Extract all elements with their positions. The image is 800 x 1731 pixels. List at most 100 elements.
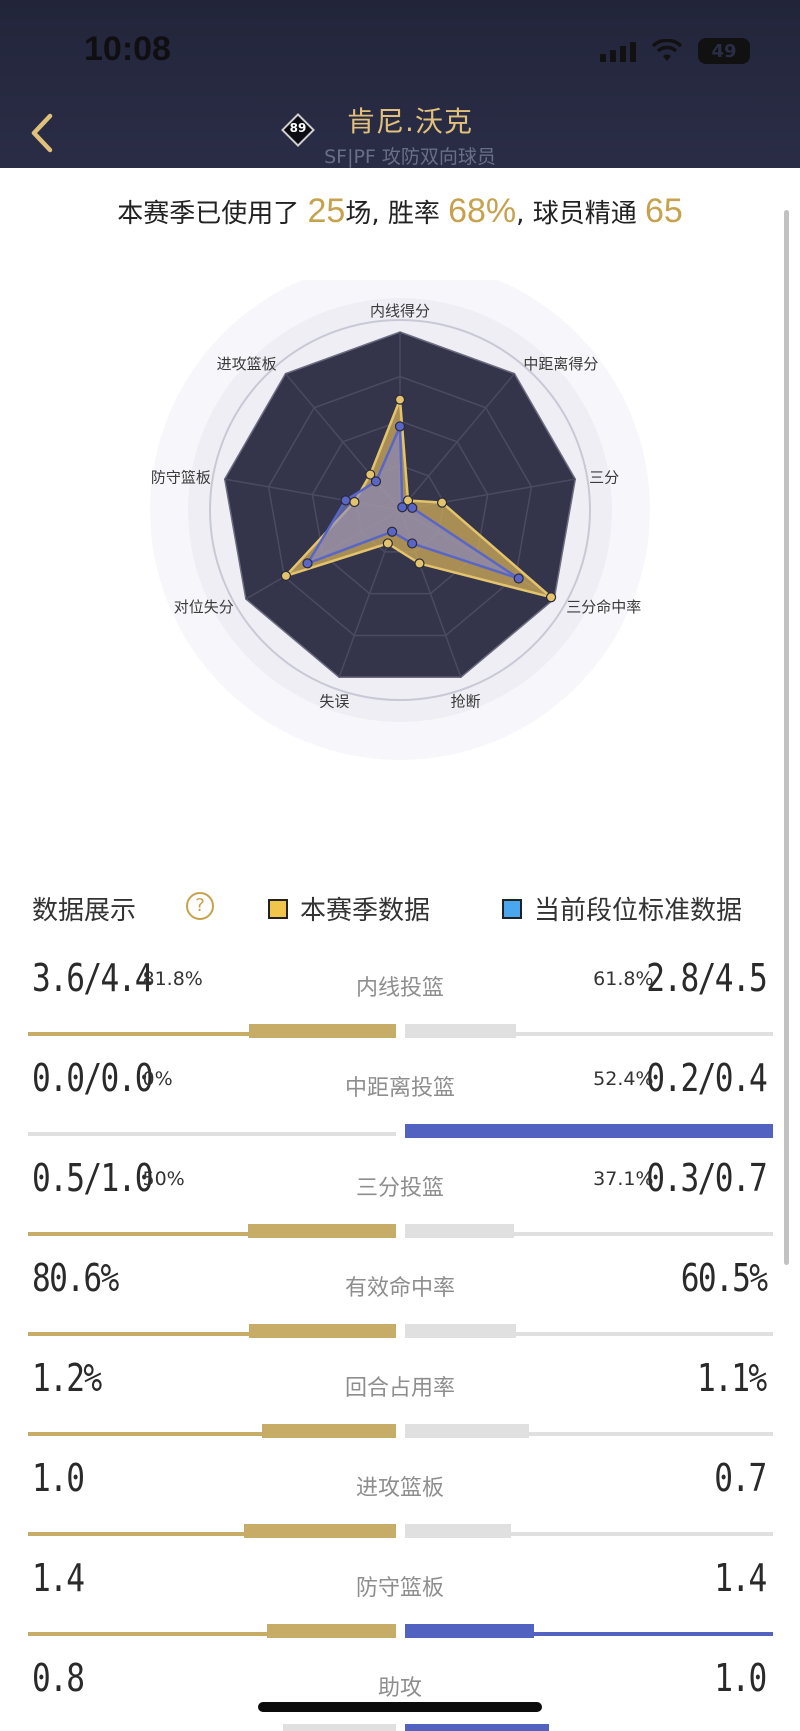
legend-standard-label: 当前段位标准数据 bbox=[534, 896, 743, 926]
radar-axis-label: 防守篮板 bbox=[151, 469, 211, 487]
standard-bar bbox=[405, 1424, 529, 1438]
standard-point bbox=[407, 538, 418, 549]
player-position: SF|PF 攻防双向球员 bbox=[324, 146, 496, 168]
stat-row: 1.0 进攻篮板 0.7 bbox=[0, 1444, 800, 1544]
signal-icon bbox=[600, 40, 636, 62]
status-icons: 49 bbox=[600, 38, 750, 64]
season-percent: 81.8% bbox=[142, 968, 203, 990]
season-bar bbox=[249, 1024, 396, 1038]
standard-bar bbox=[405, 1024, 516, 1038]
stat-row: 1.2% 回合占用率 1.1% bbox=[0, 1344, 800, 1444]
season-value: 1.2% bbox=[32, 1356, 102, 1400]
season-value: 1.4 bbox=[32, 1556, 85, 1600]
season-value: 0.0/0.0 bbox=[32, 1056, 153, 1100]
stat-label: 助攻 bbox=[377, 1676, 422, 1701]
summary-games-unit: 场, 胜率 bbox=[345, 199, 440, 229]
mastery-value: 65 bbox=[644, 192, 683, 230]
season-point bbox=[349, 496, 360, 508]
stat-row: 80.6% 有效命中率 60.5% bbox=[0, 1244, 800, 1344]
standard-value: 0.2/0.4 bbox=[646, 1056, 767, 1100]
season-bar bbox=[249, 1324, 396, 1338]
standard-bar bbox=[405, 1324, 516, 1338]
stat-label: 内线投篮 bbox=[355, 976, 444, 1001]
radar-axis-label: 对位失分 bbox=[174, 598, 234, 616]
stat-label: 进攻篮板 bbox=[355, 1476, 444, 1501]
stat-row: 0.5/1.0 50% 三分投篮 0.3/0.7 37.1% bbox=[0, 1144, 800, 1244]
season-point bbox=[382, 538, 393, 549]
standard-swatch bbox=[502, 898, 522, 919]
stat-label: 防守篮板 bbox=[355, 1576, 444, 1601]
standard-value: 1.0 bbox=[714, 1656, 768, 1700]
help-icon[interactable]: ? bbox=[186, 892, 214, 920]
radar-axis-label: 三分 bbox=[589, 469, 619, 487]
season-percent: 0% bbox=[142, 1068, 173, 1090]
standard-value: 0.3/0.7 bbox=[646, 1156, 767, 1200]
standard-point bbox=[302, 558, 313, 569]
standard-point bbox=[340, 495, 351, 506]
season-summary: 本赛季已使用了 25场, 胜率 68%, 球员精通 65 bbox=[0, 192, 800, 231]
legend-season-label: 本赛季数据 bbox=[300, 896, 431, 926]
summary-prefix: 本赛季已使用了 bbox=[117, 199, 300, 229]
stat-row: 0.8 助攻 1.0 bbox=[0, 1644, 800, 1731]
app-header: 10:08 49 89 肯尼.沃克 SF|PF 攻防双向球员 bbox=[0, 0, 800, 168]
standard-percent: 61.8% bbox=[593, 968, 654, 990]
standard-value: 2.8/4.5 bbox=[646, 956, 767, 1000]
home-indicator[interactable] bbox=[258, 1702, 542, 1712]
standard-percent: 37.1% bbox=[593, 1168, 654, 1190]
season-point bbox=[280, 570, 292, 581]
radar-axis-label: 三分命中率 bbox=[566, 598, 641, 616]
season-bar-track bbox=[28, 1132, 396, 1136]
stat-row: 0.0/0.0 0% 中距离投篮 0.2/0.4 52.4% bbox=[0, 1044, 800, 1144]
radar-axis-label: 抢断 bbox=[451, 692, 481, 710]
season-bar bbox=[262, 1424, 396, 1438]
player-name: 肯尼.沃克 bbox=[347, 105, 473, 138]
standard-bar bbox=[405, 1524, 511, 1538]
stat-label: 三分投篮 bbox=[355, 1176, 444, 1201]
data-display-title: 数据展示 bbox=[32, 896, 137, 926]
radar-axis-label: 失误 bbox=[319, 692, 349, 710]
season-value: 0.8 bbox=[32, 1656, 85, 1700]
standard-bar bbox=[405, 1224, 514, 1238]
season-point bbox=[436, 497, 448, 508]
title-block: 肯尼.沃克 SF|PF 攻防双向球员 bbox=[0, 100, 800, 169]
wifi-icon bbox=[652, 39, 682, 61]
season-swatch bbox=[268, 898, 288, 919]
status-time: 10:08 bbox=[84, 30, 171, 68]
standard-value: 0.7 bbox=[714, 1456, 768, 1500]
season-point bbox=[394, 394, 406, 405]
season-bar bbox=[248, 1224, 396, 1238]
standard-bar bbox=[405, 1624, 534, 1638]
standard-point bbox=[386, 526, 398, 537]
summary-mastery-label: , 球员精通 bbox=[516, 199, 637, 229]
season-percent: 50% bbox=[142, 1168, 185, 1190]
standard-percent: 52.4% bbox=[593, 1068, 654, 1090]
radar-axis-label: 进攻篮板 bbox=[217, 355, 277, 373]
season-value: 3.6/4.4 bbox=[32, 956, 153, 1000]
season-value: 0.5/1.0 bbox=[32, 1156, 153, 1200]
radar-chart: 内线得分中距离得分三分三分命中率抢断 失误 对位失分 防守篮板 进攻篮板 bbox=[150, 280, 650, 760]
standard-value: 1.1% bbox=[697, 1356, 768, 1400]
season-bar bbox=[244, 1524, 396, 1538]
win-rate: 68% bbox=[448, 192, 517, 230]
legend-season: 本赛季数据 bbox=[268, 890, 430, 927]
standard-point bbox=[370, 476, 382, 487]
legend-row: 数据展示 ? 本赛季数据 当前段位标准数据 bbox=[32, 888, 772, 928]
season-value: 80.6% bbox=[32, 1256, 119, 1300]
season-point bbox=[545, 592, 557, 603]
battery-icon: 49 bbox=[698, 38, 750, 64]
stat-label: 中距离投篮 bbox=[344, 1076, 455, 1101]
standard-bar bbox=[405, 1124, 773, 1138]
standard-value: 1.4 bbox=[714, 1556, 768, 1600]
games-count: 25 bbox=[307, 192, 346, 230]
standard-bar bbox=[405, 1724, 549, 1731]
stat-label: 有效命中率 bbox=[344, 1276, 455, 1301]
stat-row: 3.6/4.4 81.8% 内线投篮 2.8/4.5 61.8% bbox=[0, 944, 800, 1044]
season-bar bbox=[283, 1724, 396, 1731]
legend-standard: 当前段位标准数据 bbox=[502, 890, 742, 927]
radar-axis-label: 内线得分 bbox=[370, 302, 430, 320]
stat-label: 回合占用率 bbox=[344, 1376, 455, 1401]
season-value: 1.0 bbox=[32, 1456, 85, 1500]
standard-point bbox=[394, 421, 406, 432]
standard-point bbox=[513, 573, 524, 584]
radar-axis-label: 中距离得分 bbox=[523, 355, 598, 373]
